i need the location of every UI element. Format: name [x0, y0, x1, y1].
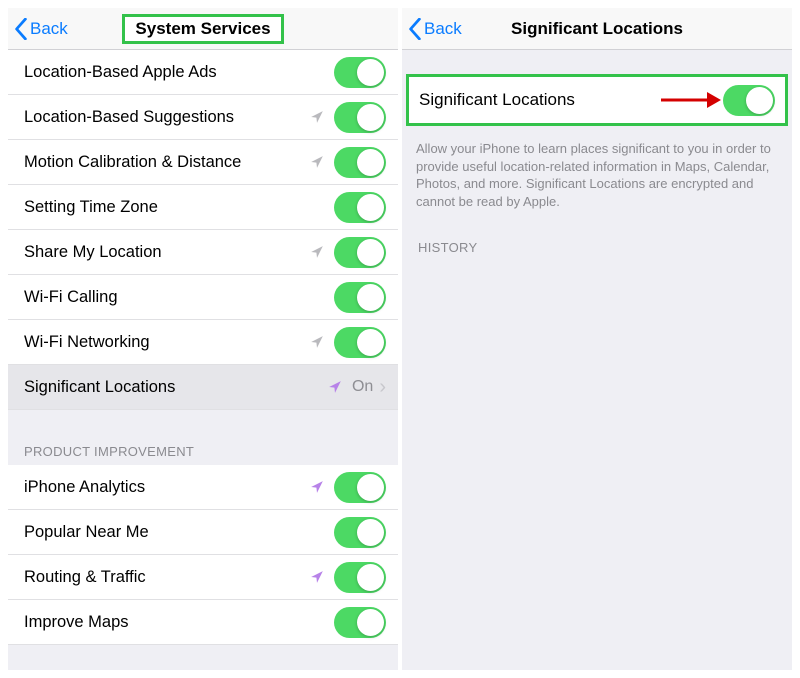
description-text: Allow your iPhone to learn places signif… [402, 132, 792, 220]
row-label: Improve Maps [24, 613, 334, 632]
row-location-apple-ads: Location-Based Apple Ads [8, 50, 398, 95]
location-icon [310, 570, 324, 584]
settings-list-right: Significant Locations Allow your iPhone … [402, 50, 792, 670]
row-label: Motion Calibration & Distance [24, 153, 310, 172]
toggle-motion-calibration[interactable] [334, 147, 386, 178]
location-icon [310, 110, 324, 124]
back-button[interactable]: Back [408, 18, 462, 40]
row-wifi-networking: Wi-Fi Networking [8, 320, 398, 365]
toggle-improve-maps[interactable] [334, 607, 386, 638]
row-label: Wi-Fi Calling [24, 288, 334, 307]
row-value: On [352, 378, 373, 396]
chevron-left-icon [408, 18, 422, 40]
row-improve-maps: Improve Maps [8, 600, 398, 645]
row-significant-locations-toggle: Significant Locations [406, 74, 788, 126]
row-motion-calibration: Motion Calibration & Distance [8, 140, 398, 185]
row-label: Wi-Fi Networking [24, 333, 310, 352]
location-icon [310, 480, 324, 494]
row-wifi-calling: Wi-Fi Calling [8, 275, 398, 320]
toggle-wifi-calling[interactable] [334, 282, 386, 313]
row-label: Share My Location [24, 243, 310, 262]
navbar-left: Back System Services [8, 8, 398, 50]
toggle-popular-near-me[interactable] [334, 517, 386, 548]
toggle-setting-time-zone[interactable] [334, 192, 386, 223]
chevron-left-icon [14, 18, 28, 40]
settings-list-left: Location-Based Apple Ads Location-Based … [8, 50, 398, 670]
navbar-right: Back Significant Locations [402, 8, 792, 50]
back-label: Back [30, 19, 68, 39]
location-icon [310, 155, 324, 169]
row-share-my-location: Share My Location [8, 230, 398, 275]
row-popular-near-me: Popular Near Me [8, 510, 398, 555]
location-icon [328, 380, 342, 394]
row-label: Significant Locations [24, 378, 328, 397]
row-label: Location-Based Apple Ads [24, 63, 334, 82]
row-routing-traffic: Routing & Traffic [8, 555, 398, 600]
row-location-suggestions: Location-Based Suggestions [8, 95, 398, 140]
row-label: Popular Near Me [24, 523, 334, 542]
row-label: Routing & Traffic [24, 568, 310, 587]
significant-locations-pane: Back Significant Locations Significant L… [402, 8, 792, 670]
row-setting-time-zone: Setting Time Zone [8, 185, 398, 230]
toggle-routing-traffic[interactable] [334, 562, 386, 593]
row-label: iPhone Analytics [24, 478, 310, 497]
toggle-wifi-networking[interactable] [334, 327, 386, 358]
back-label: Back [424, 19, 462, 39]
toggle-share-my-location[interactable] [334, 237, 386, 268]
section-product-improvement: PRODUCT IMPROVEMENT [8, 424, 398, 465]
back-button[interactable]: Back [14, 18, 68, 40]
toggle-iphone-analytics[interactable] [334, 472, 386, 503]
toggle-significant-locations[interactable] [723, 85, 775, 116]
system-services-pane: Back System Services Location-Based Appl… [8, 8, 398, 670]
chevron-right-icon: › [379, 377, 386, 397]
section-history: HISTORY [402, 220, 792, 261]
location-icon [310, 245, 324, 259]
row-label: Significant Locations [419, 90, 723, 110]
row-significant-locations[interactable]: Significant Locations On › [8, 365, 398, 410]
toggle-location-apple-ads[interactable] [334, 57, 386, 88]
nav-title: System Services [122, 14, 283, 44]
row-label: Location-Based Suggestions [24, 108, 310, 127]
row-label: Setting Time Zone [24, 198, 334, 217]
row-iphone-analytics: iPhone Analytics [8, 465, 398, 510]
location-icon [310, 335, 324, 349]
toggle-location-suggestions[interactable] [334, 102, 386, 133]
